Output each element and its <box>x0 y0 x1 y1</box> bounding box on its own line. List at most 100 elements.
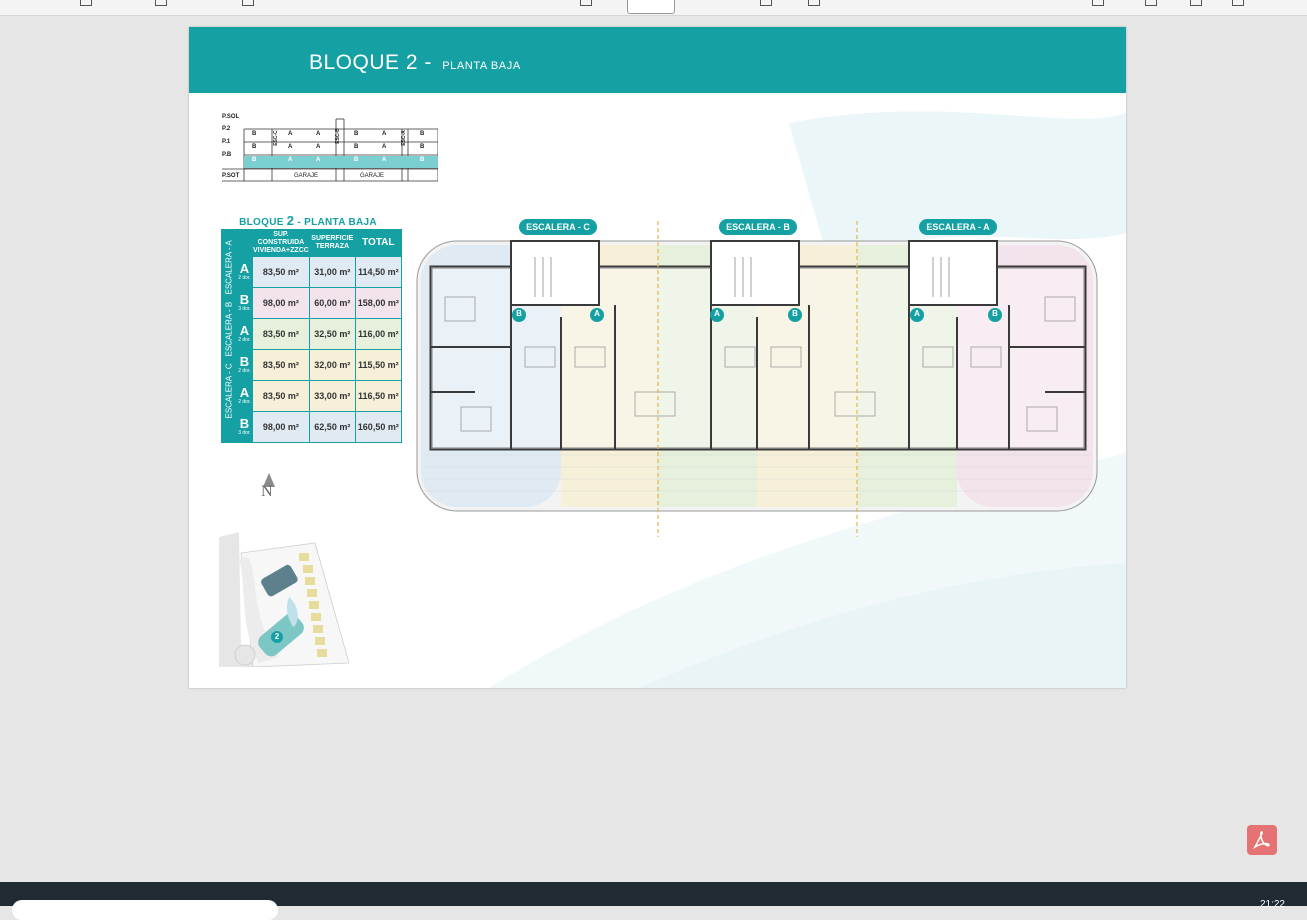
block-badge-label: 2 <box>274 632 280 641</box>
unit-badge: A <box>914 309 920 318</box>
site-plan <box>219 473 350 667</box>
col-construida-header: SUP. CONSTRUIDA VIVIENDA+ZZCC <box>252 229 310 257</box>
table-header-row: SUP. CONSTRUIDA VIVIENDA+ZZCC SUPERFICIE T… <box>221 229 402 257</box>
construida-cell: 83,50 m² <box>252 256 310 288</box>
taskbar: 21:22 <box>0 882 1307 920</box>
cell: A <box>288 144 293 150</box>
page-title: BLOQUE 2 - PLANTA BAJA <box>309 51 521 75</box>
garage-label: GARAJE <box>360 173 385 179</box>
table-row: ESCALERA - B A2 dor. 83,50 m² 32,50 m² 1… <box>221 302 402 381</box>
section-diagram: P.SOL P.2 P.1 P.B P.SOT B A A B A B B A … <box>222 114 439 192</box>
row-label-p1: P.1 <box>222 139 231 145</box>
more-icon[interactable] <box>1232 0 1244 6</box>
save-icon[interactable] <box>1190 0 1202 6</box>
header-band: BLOQUE 2 - PLANTA BAJA <box>189 27 1126 93</box>
draw-icon[interactable] <box>80 0 92 6</box>
title-sub: PLANTA BAJA <box>442 60 521 72</box>
unit-badge: B <box>992 309 998 318</box>
row-label-psol: P.SOL <box>222 114 240 120</box>
cell: A <box>382 131 387 137</box>
stair-label-a: ESC-A <box>400 130 407 146</box>
taskbar-clock: 21:22 <box>1259 899 1285 910</box>
cell: A <box>288 157 293 163</box>
col-terraza-header: SUPERFICIE TERRAZA <box>308 229 356 257</box>
table-row: B3 dor. 98,00 m² 62,50 m² 160,50 m² <box>222 411 402 443</box>
construida-cell: 83,50 m² <box>252 380 310 412</box>
cell: B <box>252 157 257 163</box>
floor-plan <box>416 219 1098 537</box>
terraza-cell: 33,00 m² <box>308 380 356 412</box>
row-label-psot: P.SOT <box>222 173 240 179</box>
search-icon[interactable] <box>1092 0 1104 6</box>
comment-icon[interactable] <box>242 0 254 6</box>
total-cell: 114,50 m² <box>354 256 402 288</box>
table-title: BLOQUE 2 - PLANTA BAJA <box>221 213 395 228</box>
page-view-icon[interactable] <box>580 0 592 6</box>
table-title-number: 2 <box>286 213 295 228</box>
terraza-cell: 62,50 m² <box>308 411 356 443</box>
stair-label-a: ESCALERA - A <box>926 222 990 232</box>
construida-cell: 83,50 m² <box>252 349 310 381</box>
total-cell: 158,00 m² <box>354 287 402 319</box>
row-label-p2: P.2 <box>222 126 231 132</box>
row-label-pb: P.B <box>222 152 232 158</box>
construida-cell: 98,00 m² <box>252 411 310 443</box>
unit-letter: A2 dor. <box>236 256 253 288</box>
terraza-cell: 32,00 m² <box>308 349 356 381</box>
stair-label-c: ESCALERA - C <box>526 222 590 232</box>
unit-letter: B2 dor. <box>236 349 253 381</box>
north-label: N <box>261 483 273 500</box>
cell: B <box>354 131 359 137</box>
title-main: BLOQUE 2 - <box>309 51 432 74</box>
escalera-label: ESCALERA - C <box>221 363 237 443</box>
construida-cell: 83,50 m² <box>252 318 310 350</box>
terraza-cell: 32,50 m² <box>308 318 356 350</box>
construida-cell: 98,00 m² <box>252 287 310 319</box>
print-icon[interactable] <box>1145 0 1157 6</box>
total-cell: 115,50 m² <box>354 349 402 381</box>
unit-badge: B <box>792 309 798 318</box>
garage-label: GARAJE <box>294 173 319 179</box>
viewer-toolbar <box>0 0 1307 16</box>
table-title-suffix: - PLANTA BAJA <box>297 217 377 228</box>
cell: A <box>382 144 387 150</box>
table-row: ESCALERA - A A2 dor. 83,50 m² 31,00 m² 1… <box>221 240 402 319</box>
table-row: ESCALERA - C A2 dor. 83,50 m² 33,00 m² 1… <box>221 363 402 443</box>
unit-letter: B3 dor. <box>236 287 253 319</box>
cell: A <box>288 131 293 137</box>
unit-badge: B <box>516 309 522 318</box>
taskbar-search[interactable] <box>12 900 278 920</box>
col-total-header: TOTAL <box>354 229 402 257</box>
page-number-input[interactable] <box>627 0 675 14</box>
cell: B <box>354 144 359 150</box>
unit-badge: A <box>594 309 600 318</box>
cell: B <box>252 131 257 137</box>
highlight-icon[interactable] <box>155 0 167 6</box>
cell: B <box>252 144 257 150</box>
cell: B <box>420 131 425 137</box>
document-viewer[interactable]: BLOQUE 2 - PLANTA BAJA P.SOL P.2 P.1 P.B… <box>0 17 1307 881</box>
rotate-icon[interactable] <box>808 0 820 6</box>
table-title-prefix: BLOQUE <box>239 217 284 228</box>
stair-label-b: ESC-B <box>334 128 341 144</box>
section-diagram-graphic <box>222 118 439 182</box>
stair-label-c: ESC-C <box>272 130 279 146</box>
fit-page-icon[interactable] <box>760 0 772 6</box>
total-cell: 116,00 m² <box>354 318 402 350</box>
total-cell: 116,50 m² <box>354 380 402 412</box>
areas-table: SUP. CONSTRUIDA VIVIENDA+ZZCC SUPERFICIE T… <box>221 229 402 443</box>
total-cell: 160,50 m² <box>354 411 402 443</box>
unit-letter: B3 dor. <box>236 411 253 443</box>
cell: A <box>316 144 321 150</box>
table-row: B2 dor. 83,50 m² 32,00 m² 115,50 m² <box>222 349 402 381</box>
unit-badge: A <box>714 309 720 318</box>
cell: B <box>354 157 359 163</box>
stair-label-b: ESCALERA - B <box>726 222 790 232</box>
cell: A <box>316 157 321 163</box>
cell: A <box>382 157 387 163</box>
unit-letter: A2 dor. <box>236 380 253 412</box>
acrobat-icon[interactable] <box>1247 825 1277 855</box>
cell: A <box>316 131 321 137</box>
cell: B <box>420 157 425 163</box>
pdf-page: BLOQUE 2 - PLANTA BAJA P.SOL P.2 P.1 P.B… <box>189 27 1126 688</box>
